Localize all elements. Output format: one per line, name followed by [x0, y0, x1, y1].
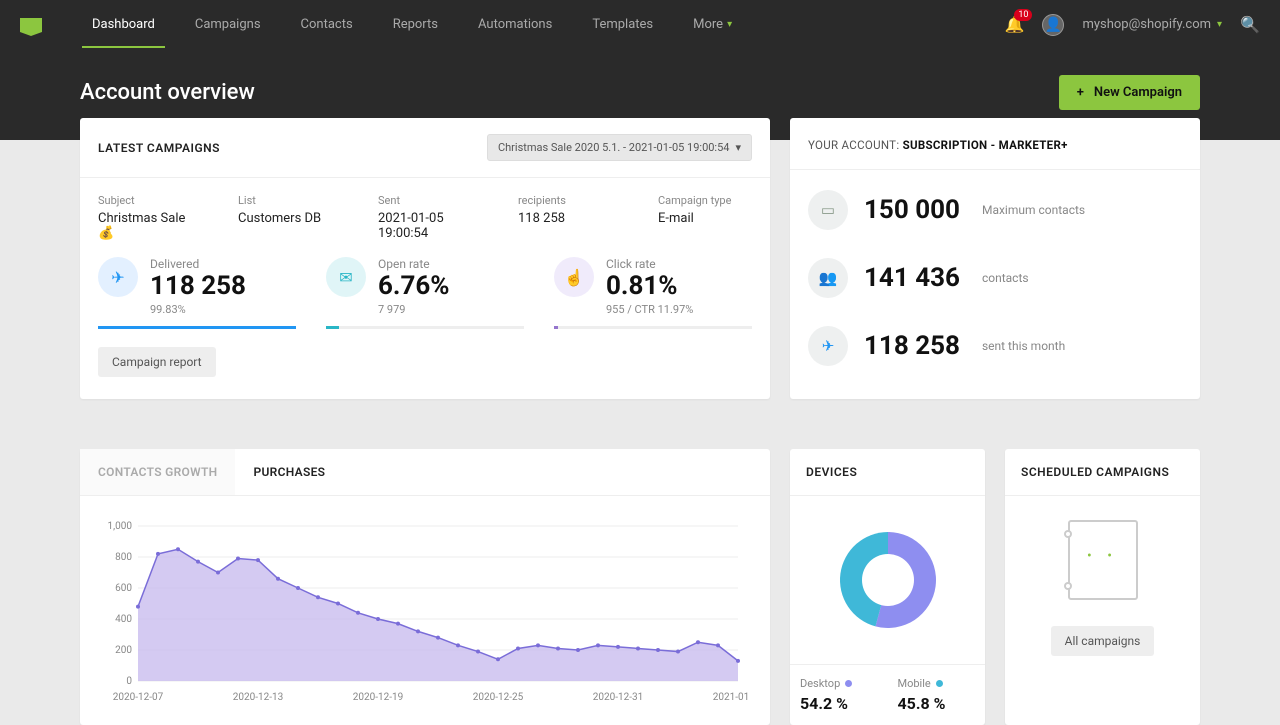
max-contacts-label: Maximum contacts — [982, 203, 1085, 217]
meta-list: Customers DB — [238, 211, 338, 226]
meta-recipients: 118 258 — [518, 211, 618, 226]
meta-sent: 2021-01-05 19:00:54 — [378, 211, 478, 241]
caret-down-icon: ▾ — [735, 141, 741, 154]
click-value: 0.81% — [606, 273, 752, 299]
svg-text:2020-12-19: 2020-12-19 — [353, 692, 404, 703]
dropdown-label: Christmas Sale 2020 5.1. - 2021-01-05 19… — [498, 141, 730, 154]
devices-card: DEVICES Desktop 54.2 % Mobile 45.8 % — [790, 449, 985, 725]
scheduled-card: SCHEDULED CAMPAIGNS • • All campaigns — [1005, 449, 1200, 725]
notif-badge: 10 — [1014, 9, 1032, 21]
desktop-label: Desktop — [800, 677, 840, 690]
mobile-value: 45.8 % — [898, 694, 976, 713]
tab-contacts-growth[interactable]: CONTACTS GROWTH — [80, 449, 235, 495]
nav-automations[interactable]: Automations — [458, 1, 572, 48]
nav-dashboard[interactable]: Dashboard — [72, 1, 175, 48]
svg-text:200: 200 — [115, 645, 132, 656]
meta-recipients-label: recipients — [518, 194, 618, 207]
plus-icon: + — [1077, 85, 1084, 100]
meta-sent-label: Sent — [378, 194, 478, 207]
desktop-value: 54.2 % — [800, 694, 878, 713]
svg-text:1,000: 1,000 — [108, 521, 133, 532]
svg-text:2020-12-31: 2020-12-31 — [593, 692, 644, 703]
contacts-value: 141 436 — [864, 263, 960, 293]
envelope-icon: ✉ — [326, 257, 366, 297]
campaign-dropdown[interactable]: Christmas Sale 2020 5.1. - 2021-01-05 19… — [487, 134, 752, 161]
user-menu[interactable]: myshop@shopify.com ▾ — [1082, 17, 1222, 32]
all-campaigns-button[interactable]: All campaigns — [1051, 626, 1155, 656]
nav-more[interactable]: More ▾ — [673, 1, 752, 48]
search-icon[interactable]: 🔍 — [1240, 15, 1260, 34]
nav-campaigns[interactable]: Campaigns — [175, 1, 281, 48]
users-icon: 👥 — [808, 258, 848, 298]
nav-templates[interactable]: Templates — [572, 1, 673, 48]
click-sub: 955 / CTR 11.97% — [606, 303, 752, 316]
paper-plane-icon: ✈ — [98, 257, 138, 297]
nav-more-label: More — [693, 17, 723, 32]
open-label: Open rate — [378, 257, 524, 271]
devices-title: DEVICES — [790, 449, 985, 496]
delivered-sub: 99.83% — [150, 303, 296, 316]
svg-text:2020-12-25: 2020-12-25 — [473, 692, 524, 703]
account-card: YOUR ACCOUNT: SUBSCRIPTION - MARKETER+ ▭… — [790, 118, 1200, 399]
svg-text:400: 400 — [115, 614, 132, 625]
id-card-icon: ▭ — [808, 190, 848, 230]
devices-donut — [828, 520, 948, 640]
meta-subject: Christmas Sale 💰 — [98, 211, 198, 241]
meta-list-label: List — [238, 194, 338, 207]
latest-campaigns-card: LATEST CAMPAIGNS Christmas Sale 2020 5.1… — [80, 118, 770, 399]
empty-state-icon: • • — [1068, 520, 1138, 600]
main-nav: Dashboard Campaigns Contacts Reports Aut… — [72, 1, 752, 48]
chevron-down-icon: ▾ — [1217, 19, 1222, 30]
meta-type-label: Campaign type — [658, 194, 758, 207]
latest-title: LATEST CAMPAIGNS — [98, 141, 220, 155]
dot-icon — [936, 680, 943, 687]
logo-icon — [20, 18, 42, 32]
notifications-icon[interactable]: 🔔10 — [1005, 15, 1025, 34]
new-campaign-label: New Campaign — [1094, 85, 1182, 100]
account-title: YOUR ACCOUNT: SUBSCRIPTION - MARKETER+ — [808, 138, 1068, 152]
meta-subject-label: Subject — [98, 194, 198, 207]
topbar: Dashboard Campaigns Contacts Reports Aut… — [0, 0, 1280, 49]
campaign-report-button[interactable]: Campaign report — [98, 347, 216, 377]
open-sub: 7 979 — [378, 303, 524, 316]
sent-month-value: 118 258 — [864, 331, 960, 361]
contacts-label: contacts — [982, 271, 1029, 285]
new-campaign-button[interactable]: + New Campaign — [1059, 75, 1200, 110]
nav-contacts[interactable]: Contacts — [281, 1, 373, 48]
nav-reports[interactable]: Reports — [373, 1, 458, 48]
click-label: Click rate — [606, 257, 752, 271]
delivered-label: Delivered — [150, 257, 296, 271]
user-email: myshop@shopify.com — [1082, 17, 1211, 32]
svg-text:2020-12-13: 2020-12-13 — [233, 692, 284, 703]
page-title: Account overview — [80, 80, 255, 105]
purchases-chart: 0 200 400 600 800 1,000 2020-12-07 2020-12-13 20… — [98, 516, 748, 706]
svg-text:2020-12-07: 2020-12-07 — [113, 692, 164, 703]
paper-plane-icon: ✈ — [808, 326, 848, 366]
svg-text:800: 800 — [115, 552, 132, 563]
open-value: 6.76% — [378, 273, 524, 299]
pointer-icon: ☝ — [554, 257, 594, 297]
svg-text:600: 600 — [115, 583, 132, 594]
max-contacts-value: 150 000 — [864, 195, 960, 225]
purchases-chart-card: CONTACTS GROWTH PURCHASES 0 200 400 600 800 1… — [80, 449, 770, 725]
avatar[interactable]: 👤 — [1042, 14, 1064, 36]
meta-type: E-mail — [658, 211, 758, 226]
scheduled-title: SCHEDULED CAMPAIGNS — [1005, 449, 1200, 496]
mobile-label: Mobile — [898, 677, 931, 690]
tab-purchases[interactable]: PURCHASES — [235, 449, 343, 495]
svg-text:0: 0 — [126, 676, 132, 687]
sent-month-label: sent this month — [982, 339, 1065, 353]
delivered-value: 118 258 — [150, 273, 296, 299]
dot-icon — [845, 680, 852, 687]
svg-text:2021-01-06: 2021-01-06 — [713, 692, 748, 703]
chevron-down-icon: ▾ — [727, 19, 732, 30]
